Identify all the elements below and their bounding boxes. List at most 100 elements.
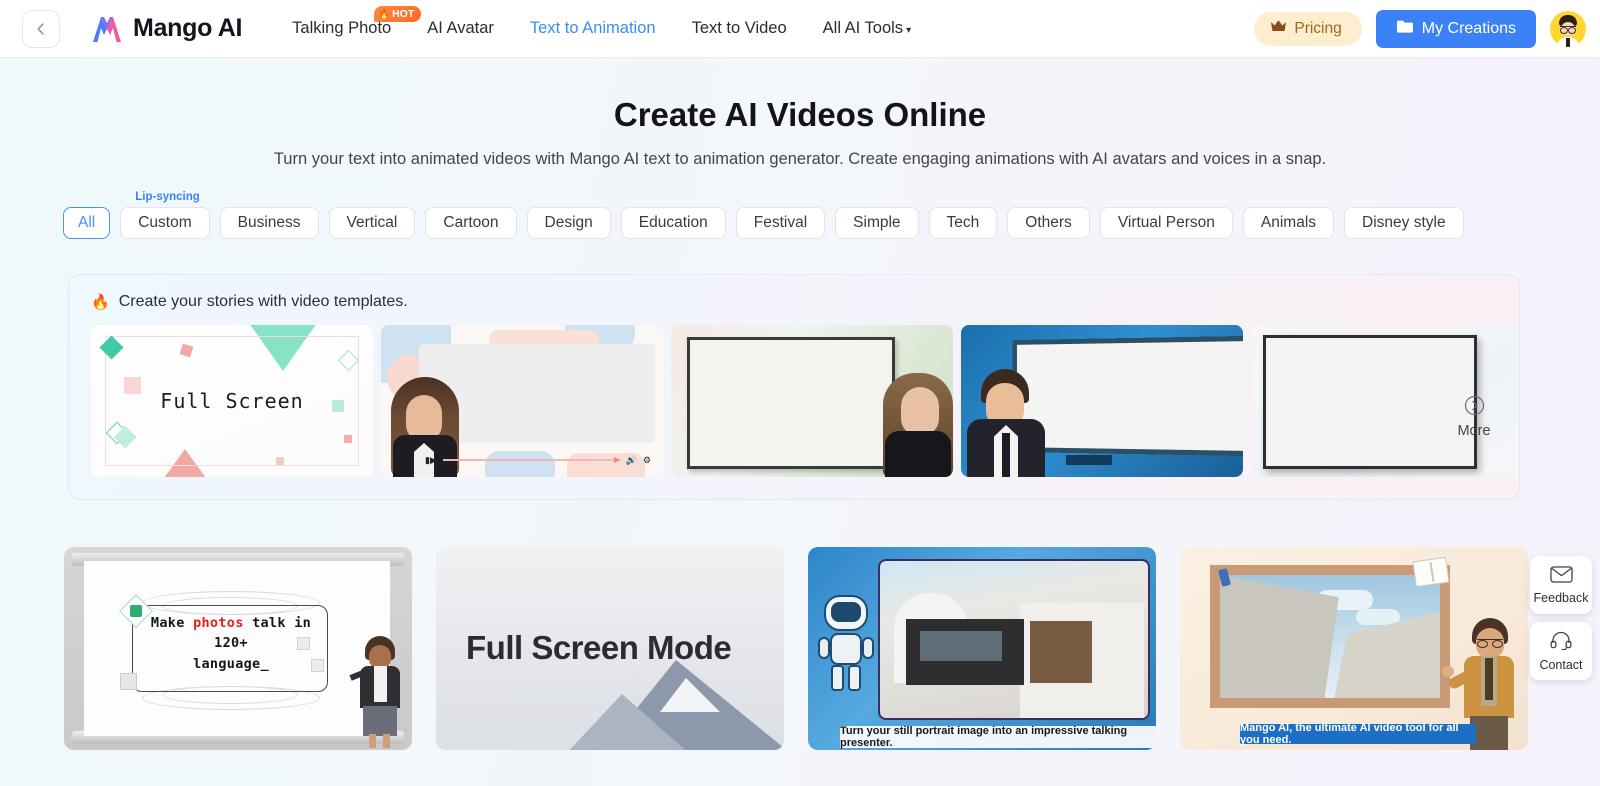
filter-chip-education[interactable]: Education (620, 207, 726, 239)
carousel-track: Full Screen ▮▶ 🔊 ⚙ (91, 325, 1519, 477)
avatar[interactable] (1550, 10, 1586, 47)
nav-label: Text to Video (691, 19, 787, 37)
pricing-button[interactable]: Pricing (1254, 11, 1362, 46)
presenter-skirt (363, 706, 397, 736)
my-creations-label: My Creations (1421, 19, 1516, 37)
filter-chip-disney-style[interactable]: Disney style (1344, 207, 1464, 239)
crown-icon (1270, 19, 1287, 38)
filter-chip-custom[interactable]: Lip-syncing Custom (120, 191, 210, 239)
page-subtitle: Turn your text into animated videos with… (273, 150, 1327, 168)
progress-track (442, 457, 620, 462)
template-card-whiteboard-woman[interactable] (671, 325, 953, 477)
mango-ai-logo-icon (90, 15, 124, 43)
presenter-woman (881, 373, 953, 477)
decor-square (276, 457, 284, 465)
robot-visor (831, 602, 861, 622)
filter-chip-animals[interactable]: Animals (1242, 207, 1335, 239)
filter-chip-virtual-person[interactable]: Virtual Person (1099, 207, 1233, 239)
grid-card-robot-architecture[interactable]: Turn your still portrait image into an i… (808, 547, 1156, 750)
filter-chip-simple[interactable]: Simple (835, 207, 919, 239)
presenter-shirt (374, 666, 387, 702)
decor-square (344, 435, 352, 443)
filter-chip-cartoon[interactable]: Cartoon (425, 207, 517, 239)
robot-arm (818, 637, 830, 659)
filter-chip-tech[interactable]: Tech (928, 207, 998, 239)
filter-chip-business[interactable]: Business (219, 207, 319, 239)
feedback-button[interactable]: Feedback (1530, 556, 1592, 614)
brand-logo[interactable]: Mango AI (90, 14, 242, 43)
nav-text-to-animation[interactable]: Text to Animation (530, 19, 656, 38)
chip-label: Education (638, 214, 708, 231)
banner-heading-label: Create your stories with video templates… (118, 293, 408, 310)
presenter-leg (383, 734, 390, 748)
decor-square (332, 400, 344, 412)
headset-icon (1550, 631, 1572, 655)
hot-badge-label: HOT (392, 8, 415, 20)
robot-body (830, 633, 862, 665)
grid-card-castle-education[interactable]: Mango AI, the ultimate AI video tool for… (1180, 547, 1528, 750)
header-actions: Pricing My Creations (1254, 9, 1586, 48)
grid-card-photos-talk[interactable]: Make photos talk in 120+ language_ (64, 547, 412, 750)
robot-arm (862, 637, 874, 659)
decor-cloud (1356, 609, 1401, 626)
filter-chip-others[interactable]: Others (1007, 207, 1090, 239)
chevron-left-icon (33, 21, 49, 37)
presenter-suit (885, 431, 951, 477)
filter-chip-design[interactable]: Design (526, 207, 611, 239)
contact-button[interactable]: Contact (1530, 622, 1592, 680)
chevron-right-circle-icon (1464, 395, 1485, 420)
filter-chip-festival[interactable]: Festival (735, 207, 826, 239)
flame-icon: 🔥 (378, 8, 391, 19)
card-inner-board: Make photos talk in 120+ language_ (84, 561, 390, 736)
carousel-more-button[interactable]: More (1451, 395, 1497, 439)
nav-talking-photo[interactable]: Talking Photo 🔥 HOT (292, 6, 422, 38)
chip-label: Custom (138, 214, 192, 231)
gear-icon: ⚙ (642, 454, 651, 465)
teacher-glasses (1477, 639, 1503, 648)
decor-square (124, 377, 141, 394)
presenter-face (901, 387, 939, 435)
chevron-down-icon: ▾ (906, 25, 912, 36)
nav-all-ai-tools[interactable]: All AI Tools ▾ (823, 19, 911, 38)
grid-card-full-screen-mode[interactable]: Full Screen Mode (436, 547, 784, 750)
chip-label: Disney style (1362, 214, 1446, 231)
hot-badge: 🔥 HOT (373, 6, 422, 23)
my-creations-button[interactable]: My Creations (1375, 9, 1536, 48)
volume-icon: 🔊 (625, 454, 637, 465)
nav-text-to-video[interactable]: Text to Video (692, 19, 787, 38)
chip-label: Simple (853, 214, 901, 231)
presenter-leg (369, 734, 376, 748)
back-button[interactable] (22, 9, 60, 48)
card-caption: Turn your still portrait image into an i… (840, 725, 1156, 749)
folder-icon (1396, 19, 1414, 39)
chip-label: All (78, 214, 96, 231)
nav-label: AI Avatar (427, 19, 494, 37)
template-card-full-screen[interactable]: Full Screen (91, 325, 373, 477)
brand-name: Mango AI (133, 14, 243, 42)
filter-chip-all[interactable]: All (63, 207, 111, 239)
chip-label: Vertical (346, 214, 398, 231)
filter-chip-vertical[interactable]: Vertical (328, 207, 416, 239)
whiteboard (687, 337, 895, 469)
contact-label: Contact (1539, 657, 1583, 672)
presenter-man (967, 369, 1045, 477)
avatar-tie (1566, 37, 1570, 47)
chip-label: Tech (946, 214, 980, 231)
chip-label: Virtual Person (1117, 214, 1215, 231)
template-carousel-banner: 🔥 Create your stories with video templat… (68, 274, 1520, 500)
card-title: Full Screen Mode (466, 629, 732, 666)
top-navigation-bar: Mango AI Talking Photo 🔥 HOT AI Avatar T… (0, 0, 1600, 58)
card-caption: Make photos talk in 120+ language_ (132, 613, 330, 674)
building-shape (1030, 621, 1092, 683)
pricing-label: Pricing (1294, 19, 1342, 37)
chip-label: Others (1025, 214, 1072, 231)
template-card-woman-player[interactable]: ▮▶ 🔊 ⚙ (381, 325, 663, 477)
caption-line-2: language_ (193, 655, 269, 672)
template-card-man-screen[interactable] (961, 325, 1243, 477)
nav-ai-avatar[interactable]: AI Avatar (427, 19, 494, 38)
robot-mascot (818, 595, 874, 691)
avatar-glasses (1560, 25, 1576, 34)
skip-icon: ▮▶ (425, 454, 437, 465)
teacher-hand (1442, 666, 1454, 677)
banner-heading: 🔥 Create your stories with video templat… (91, 293, 1519, 311)
